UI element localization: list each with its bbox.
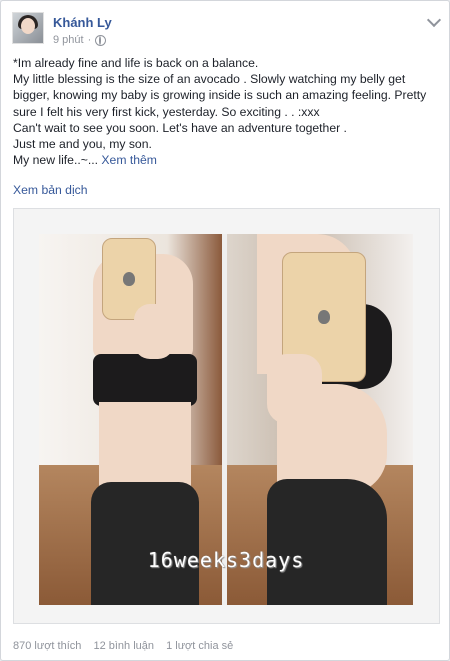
hand [267,354,322,424]
pants [267,479,387,605]
post-photo[interactable]: 16weeks3days [13,208,440,624]
post-time[interactable]: 9 phút [53,34,84,46]
see-translation-link[interactable]: Xem bản dịch [13,183,88,197]
photo-caption: 16weeks3days [147,548,305,572]
apple-logo-icon [123,272,135,286]
post-line-5-text: My new life..~... [13,153,99,168]
shares-count[interactable]: 1 lượt chia sẻ [166,640,233,652]
apple-logo-icon [318,310,330,324]
author-avatar[interactable] [12,12,44,44]
pants [91,482,199,605]
likes-count[interactable]: 870 lượt thích [13,640,81,652]
post-body: *Im already fine and life is back on a b… [13,55,437,168]
post-line-5: My new life..~... Xem thêm [13,152,437,168]
meta-separator: · [87,34,92,46]
comments-count[interactable]: 12 bình luận [93,640,154,652]
post-line-2: My little blessing is the size of an avo… [13,72,427,119]
chevron-down-icon[interactable] [426,12,442,28]
post-meta: 9 phút · [53,34,107,46]
post-line-4: Just me and you, my son. [13,137,152,152]
photo-collage: 16weeks3days [39,234,413,605]
belly [99,402,191,487]
see-more-link[interactable]: Xem thêm [101,153,157,167]
engagement-stats: 870 lượt thích 12 bình luận 1 lượt chia … [13,640,242,652]
hand [134,304,174,359]
author-name[interactable]: Khánh Ly [53,15,112,30]
globe-icon [95,34,107,46]
post-line-1: *Im already fine and life is back on a b… [13,56,259,70]
post-line-3: Can't wait to see you soon. Let's have a… [13,120,347,135]
black-top [93,354,197,406]
avatar-face [21,18,35,34]
post-card: Khánh Ly 9 phút · *Im already fine and l… [0,0,450,661]
